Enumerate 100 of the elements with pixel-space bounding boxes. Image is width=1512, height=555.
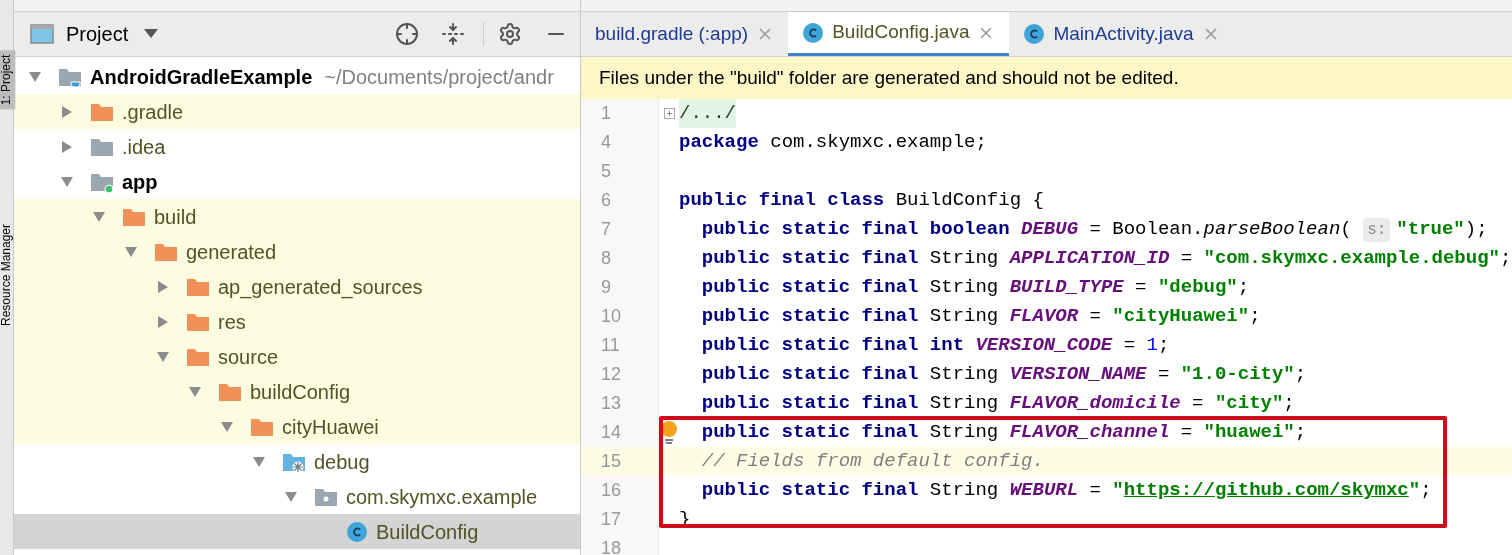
item-label: build [154,204,197,230]
code-keyword: public static final [700,275,919,301]
line-number: 16 [581,476,659,505]
code-string: " [1112,478,1124,504]
item-label: res [218,309,246,335]
tab-label: build.gradle (:app) [595,21,749,46]
code-field: WEBURL [1009,476,1079,505]
code-text: = [1088,304,1102,330]
tree-item[interactable]: res [14,304,580,339]
line-number: 18 [581,534,659,555]
tree-item[interactable]: ap_generated_sources [14,269,580,304]
code-field: FLAVOR [1009,302,1079,331]
project-view-dropdown[interactable]: Project [66,19,159,49]
code-text: ; [1500,246,1512,272]
code-text: ; [1420,478,1432,504]
code-keyword: package [679,130,759,156]
editor-tab[interactable]: build.gradle (:app) [581,12,789,56]
expanded-arrow-icon[interactable] [252,454,266,469]
fold-marker-icon[interactable] [663,108,675,119]
code-text: = [1134,275,1148,301]
tree-item[interactable]: .gradle [14,94,580,129]
expanded-arrow-icon[interactable] [220,419,234,434]
tree-item[interactable]: cityHuawei [14,409,580,444]
code-link[interactable]: https://github.com/skymxc [1123,476,1409,505]
code-keyword: public static final boolean [700,217,1011,243]
code-string: "huawei" [1203,420,1295,446]
line-number: 8 [581,244,659,273]
expanded-arrow-icon[interactable] [188,384,202,399]
code-text: String [928,304,1000,330]
line-number: 7 [581,215,659,244]
code-string: " [1408,478,1421,504]
side-tab[interactable]: 1: Project [0,50,16,110]
item-label: AndroidGradleExample [90,64,313,90]
code-field: DEBUG [1021,215,1079,244]
dropdown-caret-icon [144,29,159,39]
code-text: = [1179,246,1194,272]
warning-banner: Files under the "build" folder are generated and should not be edited. [581,57,1512,99]
collapse-all-icon[interactable] [441,22,465,46]
code-field: FLAVOR_channel [1009,418,1170,447]
item-path: ~/Documents/project/andr [324,64,554,90]
tree-item[interactable]: generated [14,234,580,269]
editor-tab[interactable]: BuildConfig.java [788,12,1010,56]
parameter-hint: s: [1363,217,1391,242]
code-text: String [928,391,1000,417]
expanded-arrow-icon[interactable] [28,69,42,84]
tree-item[interactable]: buildConfig [14,374,580,409]
code-keyword: public static final [700,391,919,417]
window-icon [30,24,54,44]
line-number: 1 [581,99,659,128]
code-text: = [1156,362,1171,388]
code-text: ; [1283,391,1295,417]
code-string: "true" [1396,217,1465,243]
tree-item[interactable]: source [14,339,580,374]
expanded-arrow-icon[interactable] [92,209,106,224]
code-string: "debug" [1157,275,1238,301]
code-text: ; [1157,333,1170,359]
item-label: debug [314,449,370,475]
code-number: 1 [1146,333,1158,359]
code-keyword: public static final [700,304,919,330]
code-text: = Boolean. [1088,217,1204,243]
collapsed-arrow-icon[interactable] [156,314,170,329]
line-number: 12 [581,360,659,389]
collapsed-arrow-icon[interactable] [60,139,74,154]
code-method: parseBoolean [1203,217,1341,243]
tree-item[interactable]: build [14,199,580,234]
code-keyword: public static final int [700,333,966,359]
tree-item[interactable]: BuildConfig [14,514,580,549]
code-text: ; [1237,275,1250,301]
code-text: ; [1294,420,1307,446]
folded-code[interactable]: /.../ [679,99,736,128]
expanded-arrow-icon[interactable] [284,489,298,504]
line-number: 5 [581,157,659,186]
code-string: "cityHuawei" [1112,304,1250,330]
code-field: APPLICATION_ID [1009,244,1170,273]
item-label: buildConfig [250,379,351,405]
expanded-arrow-icon[interactable] [124,244,138,259]
code-keyword: public static final [700,246,919,272]
code-string: "city" [1214,391,1284,417]
bulb-icon[interactable] [660,419,678,446]
editor-tab[interactable]: MainActivity.java [1009,12,1234,56]
locate-icon[interactable] [395,22,419,46]
code-field: VERSION_NAME [1009,360,1147,389]
class-icon [346,520,368,543]
collapsed-arrow-icon[interactable] [60,104,74,119]
expanded-arrow-icon[interactable] [156,349,170,364]
line-number: 13 [581,389,659,418]
collapsed-arrow-icon[interactable] [156,279,170,294]
code-text: ; [1294,362,1307,388]
item-label: source [218,344,279,370]
code-keyword: public static final [700,420,919,446]
item-label: .idea [122,134,166,160]
code-string: "com.skymxc.example.debug" [1203,246,1500,272]
item-label: com.skymxc.example [346,484,538,510]
code-text: = [1191,391,1205,417]
code-string: "1.0-city" [1180,362,1295,388]
code-comment: // Fields from default config. [700,449,1044,475]
line-number: 17 [581,505,659,534]
expanded-arrow-icon[interactable] [60,174,74,189]
settings-icon[interactable] [498,22,522,46]
side-tab[interactable]: Resource Manager [0,219,16,331]
